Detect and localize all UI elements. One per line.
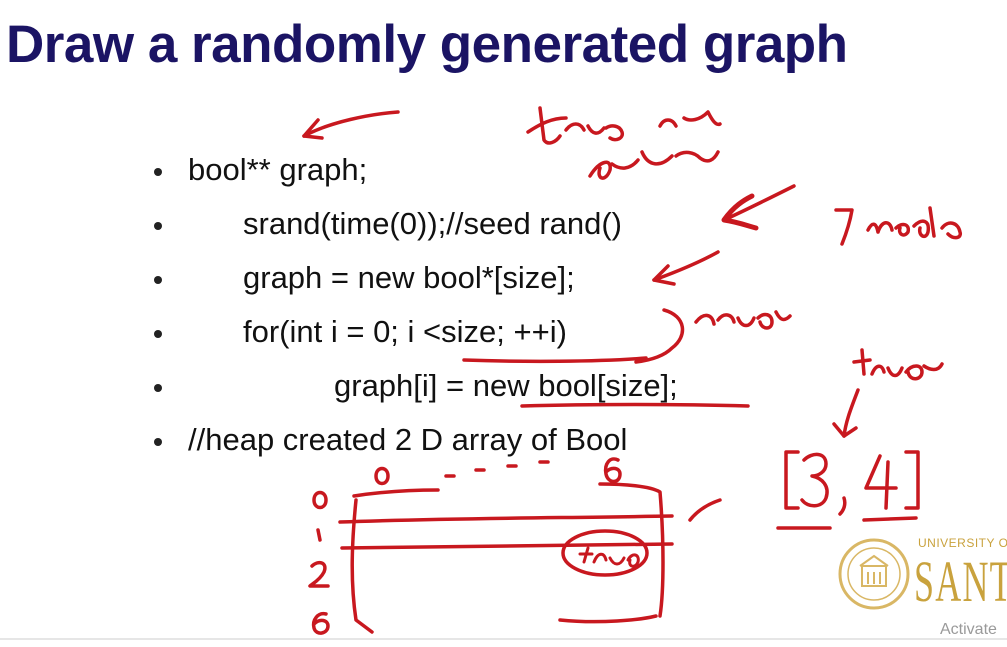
university-name: SANTA [914,549,1007,614]
activate-watermark: Activate [940,621,997,638]
bottom-divider [0,638,1007,640]
university-seal-icon [838,538,910,610]
slide: Draw a randomly generated graph bool** g… [0,0,1007,647]
